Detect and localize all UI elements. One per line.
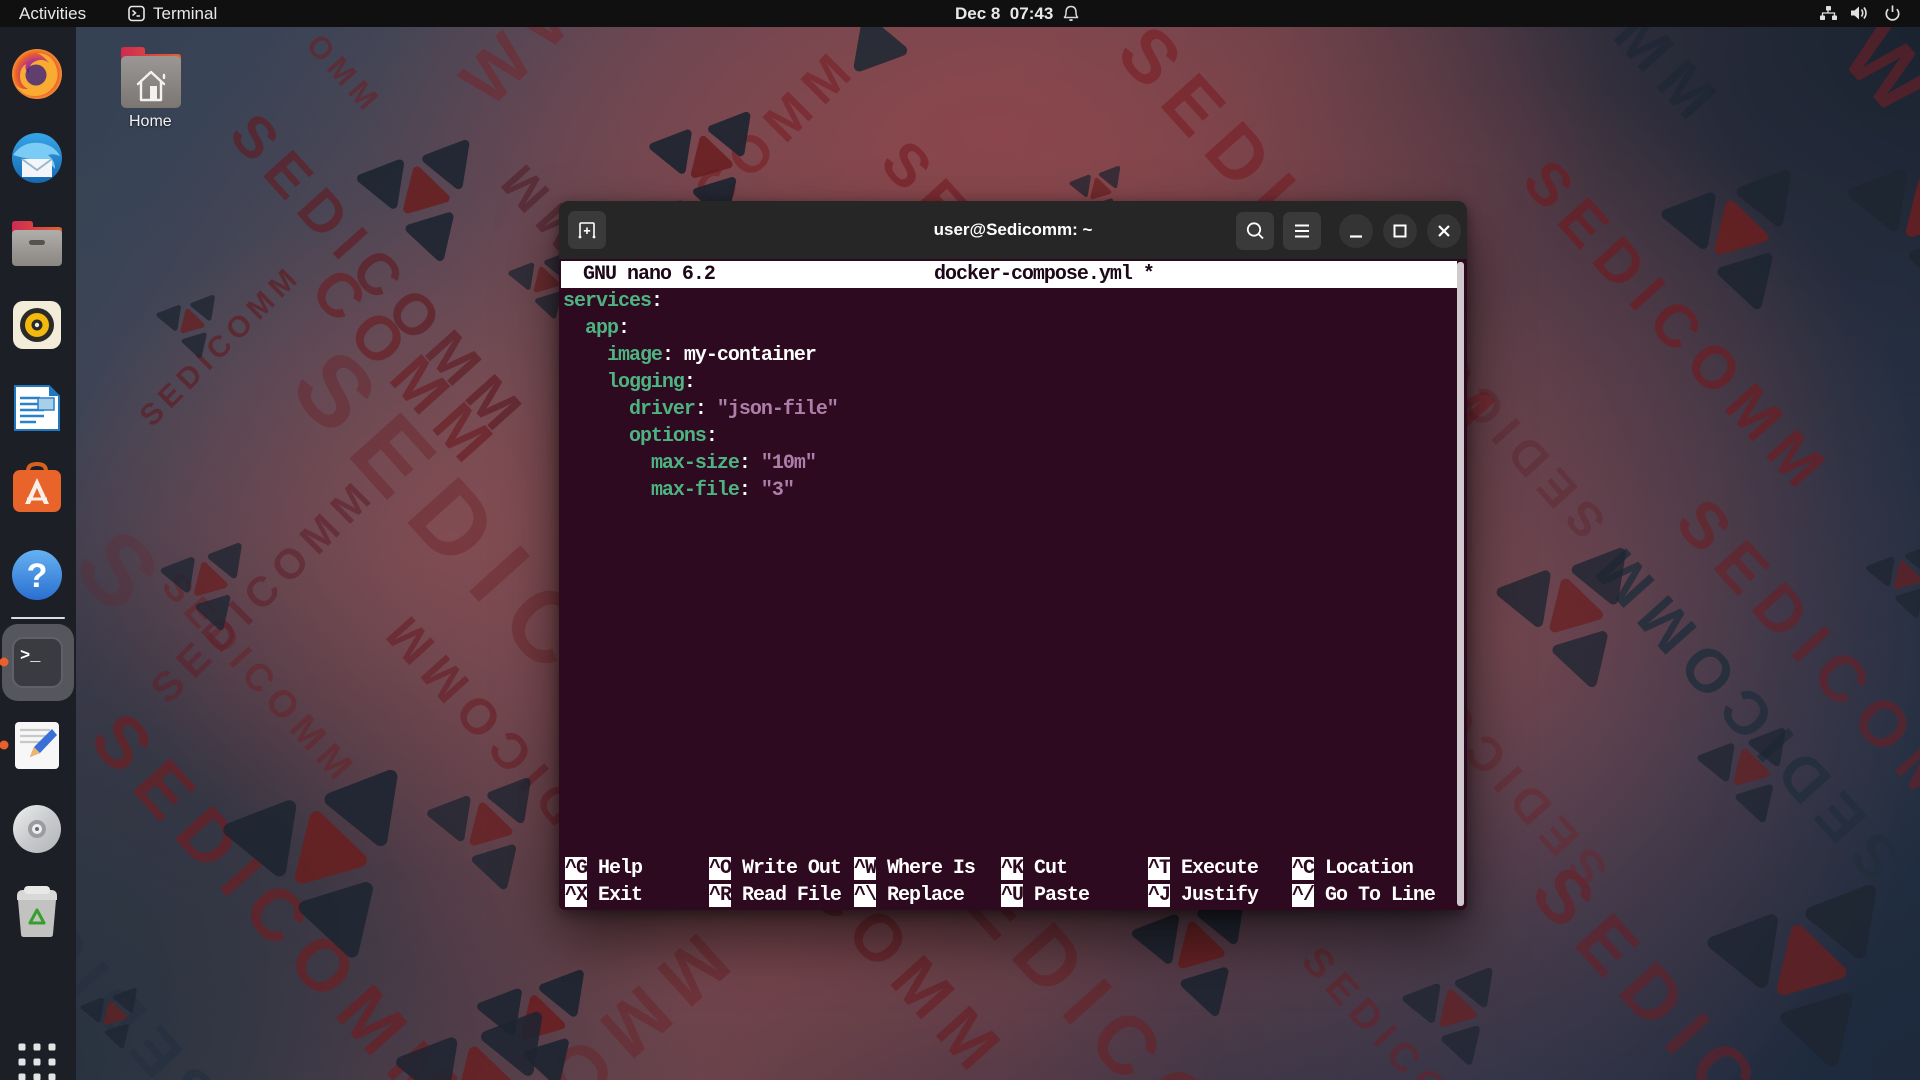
svg-text:?: ? bbox=[27, 557, 48, 595]
svg-text:>_: >_ bbox=[20, 647, 41, 666]
